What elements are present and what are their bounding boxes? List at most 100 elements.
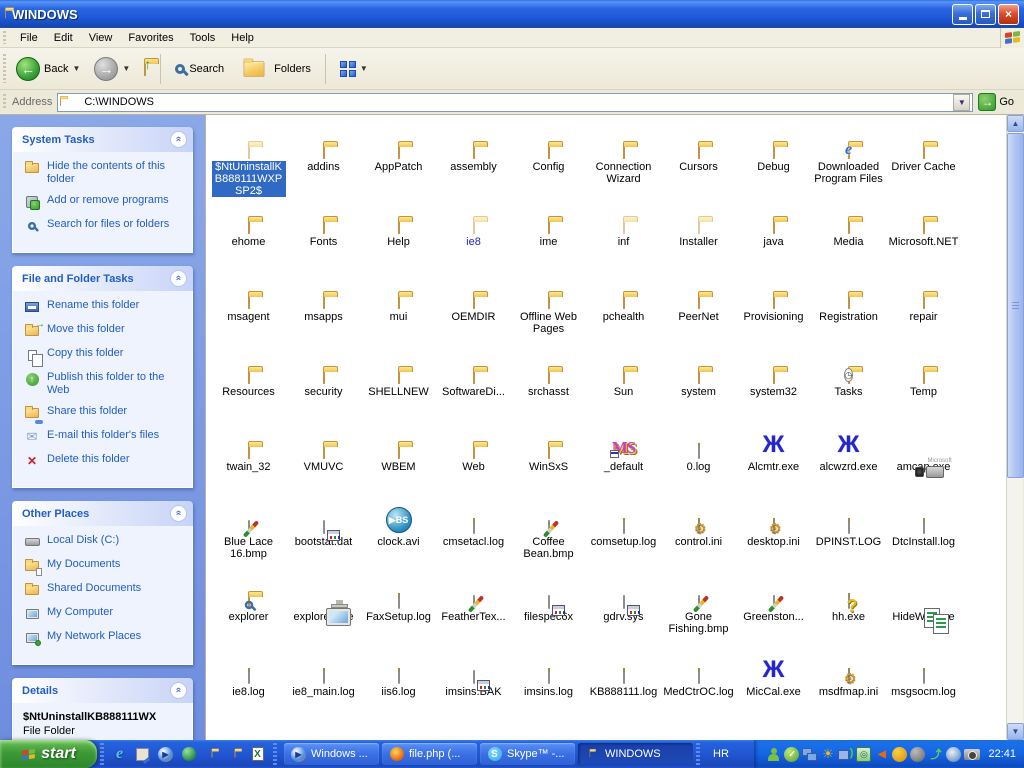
file-item[interactable]: Temp bbox=[886, 347, 961, 422]
title-bar[interactable]: WINDOWS × bbox=[0, 0, 1024, 28]
green-app-icon[interactable]: ◎ bbox=[856, 747, 871, 762]
file-item[interactable]: ЖAlcmtr.exe bbox=[736, 422, 811, 497]
file-item[interactable]: java bbox=[736, 197, 811, 272]
folder-icon[interactable] bbox=[584, 746, 601, 763]
file-item[interactable]: DtcInstall.log bbox=[886, 497, 961, 572]
taskbar-button[interactable]: WINDOWS bbox=[578, 743, 693, 765]
file-item[interactable]: Cursors bbox=[661, 122, 736, 197]
file-item[interactable]: MedCtrOC.log bbox=[661, 647, 736, 722]
taskbar-button[interactable]: ▶Windows ... bbox=[284, 743, 379, 765]
file-item[interactable]: pchealth bbox=[586, 272, 661, 347]
file-item[interactable]: Provisioning bbox=[736, 272, 811, 347]
show-desktop-icon[interactable] bbox=[134, 746, 151, 763]
file-item[interactable]: OEMDIR bbox=[436, 272, 511, 347]
file-item[interactable]: comsetup.log bbox=[586, 497, 661, 572]
file-item[interactable]: ⚙msdfmap.ini bbox=[811, 647, 886, 722]
file-item[interactable]: imsins.BAK bbox=[436, 647, 511, 722]
go-button[interactable]: → Go bbox=[978, 93, 1020, 111]
messenger-icon[interactable] bbox=[766, 747, 781, 762]
panel-header-other-places[interactable]: Other Places» bbox=[12, 501, 193, 526]
panel-header-file-folder-tasks[interactable]: File and Folder Tasks» bbox=[12, 266, 193, 291]
file-item[interactable]: addins bbox=[286, 122, 361, 197]
excel-icon[interactable]: X bbox=[249, 746, 266, 763]
file-item[interactable]: msgsocm.log bbox=[886, 647, 961, 722]
file-item[interactable]: Help bbox=[361, 197, 436, 272]
file-item[interactable]: ⚙control.ini bbox=[661, 497, 736, 572]
file-item[interactable]: ie8 bbox=[436, 197, 511, 272]
folders-button[interactable]: Folders bbox=[234, 55, 315, 83]
media-player-icon[interactable]: ▶ bbox=[157, 746, 174, 763]
file-item[interactable]: Coffee Bean.bmp bbox=[511, 497, 586, 572]
sidebar-item[interactable]: ✕Delete this folder bbox=[23, 453, 186, 469]
file-item[interactable]: assembly bbox=[436, 122, 511, 197]
file-item[interactable] bbox=[361, 722, 436, 740]
volume-icon[interactable]: ◀ bbox=[874, 747, 889, 762]
clock[interactable]: 22:41 bbox=[983, 748, 1016, 760]
sidebar-item[interactable]: My Computer bbox=[23, 606, 186, 622]
file-item[interactable] bbox=[736, 722, 811, 740]
file-item[interactable]: Debug bbox=[736, 122, 811, 197]
collapse-chevron-icon[interactable]: » bbox=[170, 270, 187, 287]
sidebar-item[interactable]: →Move this folder bbox=[23, 323, 186, 339]
taskbar-button[interactable]: SSkype™ -... bbox=[480, 743, 575, 765]
security-shield-icon[interactable]: ✓ bbox=[784, 747, 799, 762]
file-item[interactable]: iis6.log bbox=[361, 647, 436, 722]
sidebar-item[interactable]: Local Disk (C:) bbox=[23, 534, 186, 550]
file-item[interactable]: ⚙ bbox=[886, 722, 961, 740]
scroll-down-icon[interactable]: ▼ bbox=[1007, 723, 1024, 740]
sun-icon[interactable]: ☀ bbox=[820, 747, 835, 762]
file-item[interactable] bbox=[436, 722, 511, 740]
file-item[interactable]: security bbox=[286, 347, 361, 422]
search-button[interactable]: Search bbox=[171, 61, 228, 77]
file-item[interactable]: 0.log bbox=[661, 422, 736, 497]
file-item[interactable]: $NtUninstallKB888111WXPSP2$ bbox=[211, 122, 286, 197]
wireless-network-icon[interactable] bbox=[838, 747, 853, 762]
removable-hardware-icon[interactable] bbox=[946, 747, 961, 762]
folder-icon[interactable] bbox=[226, 746, 243, 763]
file-item[interactable]: inf bbox=[586, 197, 661, 272]
file-item[interactable]: KB888111.log bbox=[586, 647, 661, 722]
file-item[interactable]: Driver Cache bbox=[886, 122, 961, 197]
file-item[interactable]: explorer.exe bbox=[286, 572, 361, 647]
back-dropdown-icon[interactable]: ▼ bbox=[72, 64, 80, 73]
file-item[interactable]: ?hh.exe bbox=[811, 572, 886, 647]
file-item[interactable]: eDownloaded Program Files bbox=[811, 122, 886, 197]
skype-icon[interactable]: S bbox=[486, 746, 503, 763]
address-grip[interactable] bbox=[3, 94, 6, 110]
address-dropdown-icon[interactable]: ▼ bbox=[953, 94, 970, 111]
file-item[interactable]: ⚙desktop.ini bbox=[736, 497, 811, 572]
forward-button[interactable]: → ▼ bbox=[90, 55, 134, 83]
file-item[interactable]: HideWin.exe bbox=[886, 572, 961, 647]
back-button[interactable]: ← Back ▼ bbox=[12, 55, 84, 83]
file-item[interactable]: Greenston... bbox=[736, 572, 811, 647]
file-item[interactable]: system32 bbox=[736, 347, 811, 422]
file-item[interactable]: AppPatch bbox=[361, 122, 436, 197]
file-item[interactable]: cmsetacl.log bbox=[436, 497, 511, 572]
menu-item-tools[interactable]: Tools bbox=[182, 30, 224, 46]
leaf-icon[interactable]: ⤴ bbox=[928, 747, 943, 762]
sidebar-item[interactable]: ✉E-mail this folder's files bbox=[23, 429, 186, 445]
webcam-icon[interactable] bbox=[910, 747, 925, 762]
file-item[interactable]: ⚙ bbox=[811, 722, 886, 740]
panel-header-details[interactable]: Details» bbox=[12, 678, 193, 703]
file-item[interactable]: ЖMicCal.exe bbox=[736, 647, 811, 722]
up-button[interactable]: ↑ bbox=[140, 61, 150, 77]
file-item[interactable]: FaxSetup.log bbox=[361, 572, 436, 647]
taskbar-button[interactable]: file.php (... bbox=[382, 743, 477, 765]
file-item[interactable]: Media bbox=[811, 197, 886, 272]
media-player-icon[interactable]: ▶ bbox=[290, 746, 307, 763]
file-item[interactable]: srchasst bbox=[511, 347, 586, 422]
collapse-chevron-icon[interactable]: » bbox=[170, 505, 187, 522]
restore-button[interactable] bbox=[975, 4, 996, 25]
file-item[interactable]: Sun bbox=[586, 347, 661, 422]
file-item[interactable]: system bbox=[661, 347, 736, 422]
file-item[interactable]: Microsoft.NET bbox=[886, 197, 961, 272]
forward-dropdown-icon[interactable]: ▼ bbox=[122, 64, 130, 73]
file-item[interactable]: PeerNet bbox=[661, 272, 736, 347]
sidebar-item[interactable]: Shared Documents bbox=[23, 582, 186, 598]
menu-item-favorites[interactable]: Favorites bbox=[120, 30, 181, 46]
file-item[interactable]: ie8.log bbox=[211, 647, 286, 722]
language-indicator[interactable]: HR bbox=[703, 748, 739, 760]
views-button[interactable]: ▼ bbox=[336, 59, 372, 79]
sidebar-item[interactable]: Copy this folder bbox=[23, 347, 186, 363]
